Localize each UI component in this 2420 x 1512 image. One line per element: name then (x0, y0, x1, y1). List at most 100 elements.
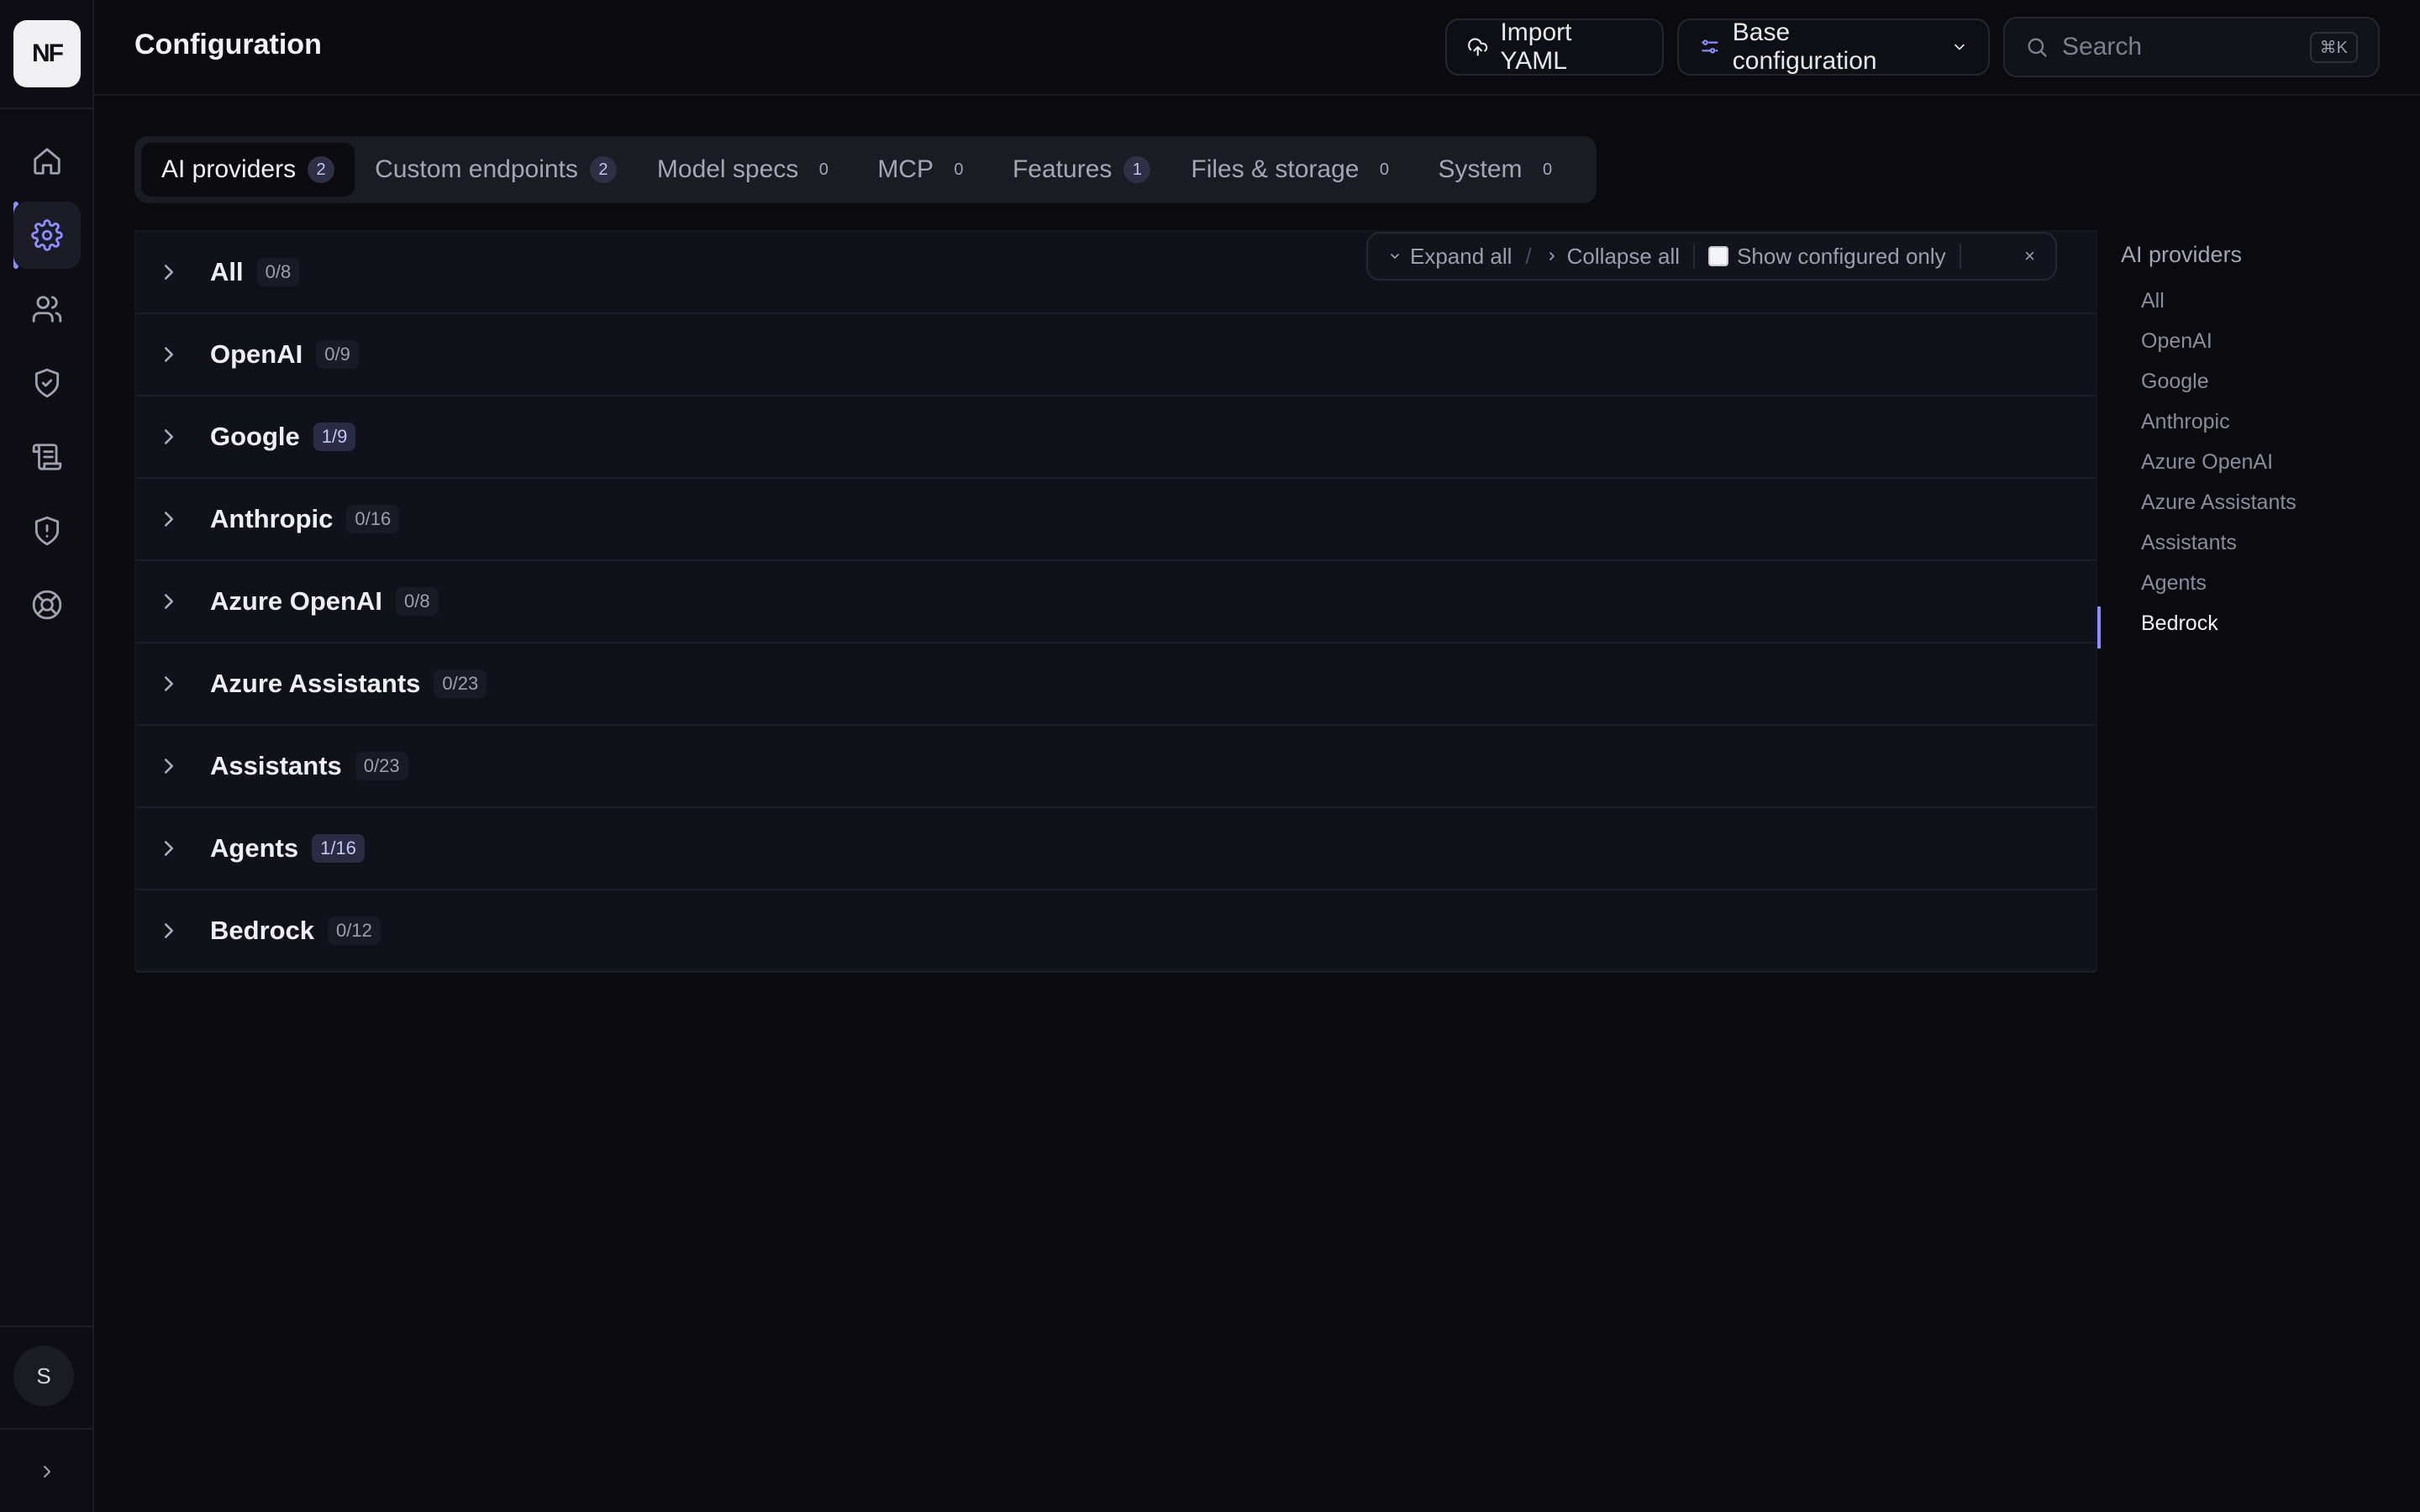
toc-title: AI providers (2121, 242, 2243, 267)
toc-item-azure-openai[interactable]: Azure OpenAI (2141, 450, 2273, 475)
gear-icon (31, 219, 63, 251)
nav-security[interactable] (13, 349, 81, 417)
base-configuration-select[interactable]: Base configuration (1677, 18, 1990, 76)
provider-label: Anthropic (210, 504, 334, 533)
provider-label: Assistants (210, 751, 342, 780)
shield-alert-icon (34, 516, 60, 546)
toc-item-agents[interactable]: Agents (2141, 571, 2207, 596)
tab-label: System (1438, 155, 1523, 183)
search-input[interactable]: Search ⌘K (2003, 17, 2380, 77)
rail-divider (0, 108, 94, 109)
chevron-right-icon[interactable] (156, 260, 197, 285)
provider-count-badge: 1/9 (313, 423, 356, 451)
import-yaml-button[interactable]: Import YAML (1445, 18, 1664, 76)
provider-count-badge: 1/16 (312, 834, 365, 863)
sliders-icon (1702, 39, 1718, 54)
provider-row-azure-assistants[interactable]: Azure Assistants 0/23 (136, 643, 2096, 726)
nav-alerts[interactable] (13, 497, 81, 564)
tab-label: Features (1012, 155, 1113, 183)
nav-help[interactable] (13, 571, 81, 638)
base-configuration-label: Base configuration (1732, 18, 1877, 75)
toc-item-google[interactable]: Google (2141, 370, 2209, 394)
tab-label: MCP (877, 155, 934, 183)
show-configured-label: Show configured only (1737, 243, 1946, 269)
toolbar-separator: / (1525, 243, 1532, 269)
toolbar-divider (1693, 244, 1696, 269)
tab-label: Custom endpoints (375, 155, 578, 183)
nav-users[interactable] (13, 276, 81, 343)
nav-logs[interactable] (13, 423, 81, 491)
users-icon (32, 296, 62, 323)
tab-count-badge: 0 (1379, 160, 1390, 179)
search-shortcut-badge: ⌘K (2309, 31, 2358, 63)
show-configured-toggle[interactable]: Show configured only (1708, 244, 1946, 270)
chevron-right-icon[interactable] (156, 918, 197, 943)
chevron-right-icon[interactable] (156, 589, 197, 614)
provider-count-badge: 0/23 (434, 669, 487, 698)
tab-count-badge: 0 (954, 160, 964, 179)
scroll-icon (32, 444, 62, 470)
collapse-all-button[interactable]: Collapse all (1545, 244, 1680, 270)
tab-count-badge: 0 (1542, 160, 1553, 179)
provider-row-openai[interactable]: OpenAI 0/9 (136, 314, 2096, 396)
provider-row-google[interactable]: Google 1/9 (136, 396, 2096, 479)
provider-row-bedrock[interactable]: Bedrock 0/12 (136, 890, 2096, 973)
expand-sidebar-button[interactable] (25, 1453, 69, 1490)
nav-home[interactable] (13, 128, 81, 195)
chevron-right-icon[interactable] (156, 836, 197, 861)
provider-row-agents[interactable]: Agents 1/16 (136, 808, 2096, 890)
chevron-right-icon[interactable] (156, 753, 197, 779)
provider-count-badge: 0/12 (328, 916, 381, 945)
provider-label: Azure OpenAI (210, 586, 382, 616)
provider-label: Azure Assistants (210, 669, 421, 698)
tab-count-badge: 0 (818, 160, 829, 179)
toc-item-anthropic[interactable]: Anthropic (2141, 410, 2230, 434)
section-toc: AI providers All OpenAI Google Anthropic Azu… (2097, 230, 2420, 667)
chevron-down-icon (1954, 44, 1965, 50)
tab-files-storage[interactable]: Files & storage 0 (1171, 143, 1418, 197)
show-configured-checkbox[interactable] (1708, 246, 1729, 266)
toc-item-azure-assistants[interactable]: Azure Assistants (2141, 491, 2296, 515)
toc-item-openai[interactable]: OpenAI (2141, 329, 2212, 354)
tab-model-specs[interactable]: Model specs 0 (637, 143, 857, 197)
app-logo[interactable]: NF (13, 20, 81, 87)
shield-check-icon (34, 368, 60, 398)
provider-label: Google (210, 422, 300, 451)
tab-label: Files & storage (1191, 155, 1360, 183)
tab-features[interactable]: Features 1 (992, 143, 1171, 197)
provider-row-assistants[interactable]: Assistants 0/23 (136, 726, 2096, 808)
tab-ai-providers[interactable]: AI providers 2 (141, 143, 355, 197)
tab-custom-endpoints[interactable]: Custom endpoints 2 (355, 143, 637, 197)
provider-count-badge: 0/16 (346, 505, 400, 533)
cloud-upload-icon (1468, 38, 1488, 56)
nav-settings[interactable] (13, 202, 81, 269)
provider-list: All 0/8 OpenAI 0/9 Google 1/9 Anthropic 0/16 Azu… (134, 230, 2097, 973)
expand-all-button[interactable]: Expand all (1388, 244, 1512, 270)
toc-item-bedrock[interactable]: Bedrock (2141, 612, 2218, 636)
provider-row-anthropic[interactable]: Anthropic 0/16 (136, 479, 2096, 561)
tab-system[interactable]: System 0 (1418, 143, 1581, 197)
toolbar-divider (1959, 244, 1961, 269)
rail-divider (0, 1428, 94, 1430)
rail-divider (0, 1326, 94, 1327)
tab-count-badge: 2 (308, 156, 335, 183)
provider-label: OpenAI (210, 339, 303, 369)
page-title: Configuration (134, 29, 322, 60)
avatar[interactable]: S (13, 1346, 74, 1406)
provider-label: Agents (210, 833, 299, 863)
toc-item-all[interactable]: All (2141, 289, 2165, 313)
provider-count-badge: 0/9 (316, 340, 359, 369)
chevron-right-icon[interactable] (156, 424, 197, 449)
tab-label: AI providers (161, 155, 297, 183)
import-yaml-label: Import YAML (1500, 18, 1572, 75)
chevron-right-icon[interactable] (156, 507, 197, 532)
toc-active-indicator (2097, 606, 2101, 648)
logo-text: NF (32, 39, 64, 67)
chevron-right-icon[interactable] (156, 342, 197, 367)
provider-count-badge: 0/23 (355, 752, 408, 780)
tab-mcp[interactable]: MCP 0 (857, 143, 992, 197)
provider-row-azure-openai[interactable]: Azure OpenAI 0/8 (136, 561, 2096, 643)
chevron-right-icon[interactable] (156, 671, 197, 696)
close-toolbar-button[interactable]: × (2024, 245, 2035, 267)
toc-item-assistants[interactable]: Assistants (2141, 531, 2237, 555)
